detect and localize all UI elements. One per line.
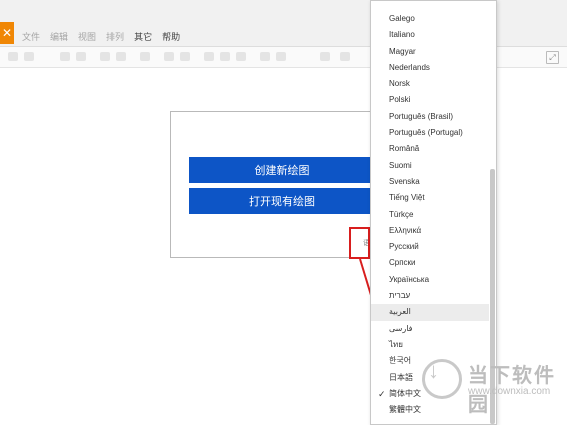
language-option-label: 简体中文 xyxy=(389,388,421,398)
connection-icon[interactable] xyxy=(260,52,270,61)
language-option-label: Português (Portugal) xyxy=(389,128,463,138)
menu-file[interactable]: 文件 xyxy=(22,30,40,43)
zoom-out-icon[interactable] xyxy=(76,52,86,61)
menu-view[interactable]: 视图 xyxy=(78,30,96,43)
language-option[interactable]: Magyar xyxy=(371,44,489,60)
language-option-label: Polski xyxy=(389,95,411,105)
create-new-diagram-button[interactable]: 创建新绘图 xyxy=(189,157,375,183)
language-option-label: Српски xyxy=(389,258,416,268)
language-option[interactable]: العربية xyxy=(371,304,489,321)
redo-icon[interactable] xyxy=(116,52,126,61)
language-option-label: Nederlands xyxy=(389,62,430,72)
menu-bar: 文件 编辑 视图 排列 其它 帮助 xyxy=(22,30,180,43)
language-option-label: Українська xyxy=(389,274,430,284)
delete-icon[interactable] xyxy=(140,52,150,61)
shadow-icon[interactable] xyxy=(236,52,246,61)
language-option[interactable]: Српски xyxy=(371,255,489,271)
toolbar-icon[interactable] xyxy=(24,52,34,61)
fullscreen-icon[interactable]: ⤢ xyxy=(546,51,559,64)
zoom-in-icon[interactable] xyxy=(60,52,70,61)
language-option[interactable]: Nederlands xyxy=(371,60,489,76)
language-option[interactable]: Polski xyxy=(371,92,489,108)
language-option[interactable]: Tiếng Việt xyxy=(371,190,489,206)
language-option[interactable]: Português (Portugal) xyxy=(371,125,489,141)
language-option-label: Suomi xyxy=(389,160,412,170)
watermark: ↓ 当下软件园 www.downxia.com xyxy=(418,355,558,416)
language-option[interactable]: Português (Brasil) xyxy=(371,109,489,125)
language-option-label: Ελληνικά xyxy=(389,225,422,235)
menu-arrange[interactable]: 排列 xyxy=(106,30,124,43)
language-option[interactable]: Ελληνικά xyxy=(371,223,489,239)
table-icon[interactable] xyxy=(340,52,350,61)
language-option-label: Svenska xyxy=(389,176,420,186)
language-option[interactable]: Русский xyxy=(371,239,489,255)
fill-color-icon[interactable] xyxy=(204,52,214,61)
language-option[interactable]: Svenska xyxy=(371,174,489,190)
language-option-label: العربية xyxy=(389,307,411,317)
language-option[interactable]: Galego xyxy=(371,11,489,27)
language-option-label: עברית xyxy=(389,291,411,301)
checkmark-icon: ✓ xyxy=(378,388,386,399)
open-existing-diagram-button[interactable]: 打开现有绘图 xyxy=(189,188,375,214)
language-option[interactable]: עברית xyxy=(371,288,489,304)
language-option-label: Norsk xyxy=(389,79,410,89)
language-option[interactable]: Türkçe xyxy=(371,207,489,223)
language-option-label: Română xyxy=(389,144,420,154)
watermark-play-icon: ↓ xyxy=(428,358,439,383)
undo-icon[interactable] xyxy=(100,52,110,61)
language-option-label: Português (Brasil) xyxy=(389,111,454,121)
language-option-label: Русский xyxy=(389,242,419,252)
to-front-icon[interactable] xyxy=(164,52,174,61)
language-option-label: Galego xyxy=(389,14,415,23)
menu-extras[interactable]: 其它 xyxy=(134,30,152,43)
insert-icon[interactable] xyxy=(320,52,330,61)
language-option-label: Tiếng Việt xyxy=(389,193,425,203)
language-option[interactable]: Italiano xyxy=(371,27,489,43)
waypoints-icon[interactable] xyxy=(276,52,286,61)
language-option-label: فارسی xyxy=(389,323,413,333)
line-color-icon[interactable] xyxy=(220,52,230,61)
language-option[interactable]: فارسی xyxy=(371,321,489,337)
to-back-icon[interactable] xyxy=(180,52,190,61)
menu-help[interactable]: 帮助 xyxy=(162,30,180,43)
menu-edit[interactable]: 编辑 xyxy=(50,30,68,43)
toolbar-icon[interactable] xyxy=(8,52,18,61)
language-option[interactable]: Suomi xyxy=(371,158,489,174)
language-option-label: Türkçe xyxy=(389,209,414,219)
language-option[interactable]: Română xyxy=(371,141,489,157)
language-option-label: Magyar xyxy=(389,46,416,56)
language-option-label: 繁體中文 xyxy=(389,405,421,415)
watermark-url: www.downxia.com xyxy=(468,386,551,397)
language-option[interactable]: Norsk xyxy=(371,76,489,92)
language-option-label: Italiano xyxy=(389,30,415,40)
language-option[interactable]: ไทย xyxy=(371,337,489,353)
language-option-label: ไทย xyxy=(389,339,403,349)
language-option-label: 日本語 xyxy=(389,372,413,382)
language-option[interactable]: Українська xyxy=(371,272,489,288)
language-option-label: 한국어 xyxy=(389,356,412,366)
annotation-highlight-box xyxy=(349,227,370,259)
app-logo: ✕ xyxy=(0,22,14,44)
